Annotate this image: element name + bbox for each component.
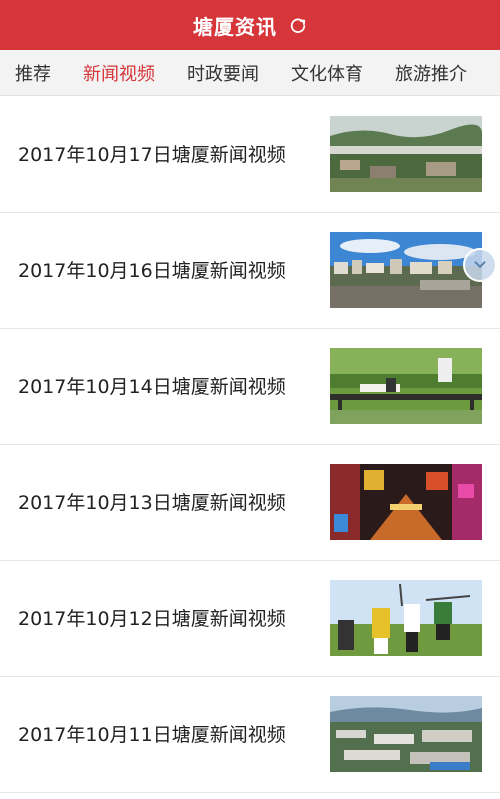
news-title: 2017年10月14日塘厦新闻视频 xyxy=(18,376,286,398)
app-header: 塘厦资讯 xyxy=(0,0,500,50)
app-title: 塘厦资讯 xyxy=(193,14,277,39)
news-thumbnail xyxy=(330,232,482,308)
news-item[interactable]: 2017年10月13日塘厦新闻视频 xyxy=(0,445,500,561)
news-thumbnail xyxy=(330,580,482,656)
tab-culture-sports[interactable]: 文化体育 xyxy=(291,60,363,86)
floating-collapse-button[interactable] xyxy=(463,248,497,282)
news-title: 2017年10月13日塘厦新闻视频 xyxy=(18,492,286,514)
news-list: 2017年10月17日塘厦新闻视频 2017年10月16日塘厦新闻视频 2017… xyxy=(0,97,500,793)
news-title: 2017年10月11日塘厦新闻视频 xyxy=(18,724,286,746)
tab-news-video[interactable]: 新闻视频 xyxy=(83,60,155,86)
news-title: 2017年10月17日塘厦新闻视频 xyxy=(18,144,286,166)
news-thumbnail xyxy=(330,464,482,540)
chevron-down-icon xyxy=(474,261,486,268)
news-title: 2017年10月16日塘厦新闻视频 xyxy=(18,260,286,282)
news-thumbnail xyxy=(330,116,482,192)
news-item[interactable]: 2017年10月16日塘厦新闻视频 xyxy=(0,213,500,329)
news-item[interactable]: 2017年10月14日塘厦新闻视频 xyxy=(0,329,500,445)
news-item[interactable]: 2017年10月17日塘厦新闻视频 xyxy=(0,97,500,213)
tab-politics[interactable]: 时政要闻 xyxy=(187,60,259,86)
tab-recommend[interactable]: 推荐 xyxy=(15,60,51,86)
news-title: 2017年10月12日塘厦新闻视频 xyxy=(18,608,286,630)
news-item[interactable]: 2017年10月12日塘厦新闻视频 xyxy=(0,561,500,677)
news-thumbnail xyxy=(330,696,482,772)
category-tabs: 推荐 新闻视频 时政要闻 文化体育 旅游推介 xyxy=(0,50,500,96)
refresh-icon[interactable] xyxy=(289,16,307,34)
tab-tourism[interactable]: 旅游推介 xyxy=(395,60,467,86)
news-thumbnail xyxy=(330,348,482,424)
news-item[interactable]: 2017年10月11日塘厦新闻视频 xyxy=(0,677,500,793)
